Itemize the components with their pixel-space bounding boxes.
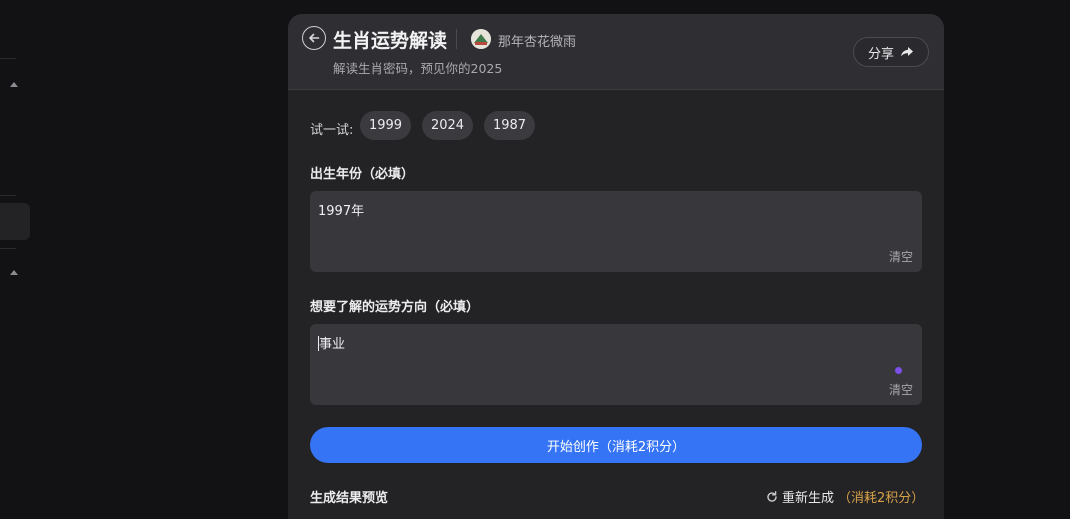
try-label: 试一试: <box>310 123 354 138</box>
birth-year-label: 出生年份（必填） <box>310 167 415 182</box>
back-button[interactable] <box>302 26 326 50</box>
example-chip[interactable]: 1999 <box>360 111 411 140</box>
birth-year-field[interactable]: 1997年 清空 <box>310 191 922 272</box>
caret-up-icon[interactable] <box>10 82 18 87</box>
regenerate-button[interactable]: 重新生成 （消耗2积分） <box>766 487 924 506</box>
title-divider <box>456 29 457 49</box>
page-subtitle: 解读生肖密码，预见你的2025 <box>333 61 503 76</box>
share-label: 分享 <box>867 46 894 62</box>
status-dot <box>895 367 902 374</box>
direction-field[interactable]: 事业 清空 <box>310 324 922 405</box>
regenerate-label: 重新生成 <box>782 491 835 506</box>
sidebar <box>0 0 32 519</box>
back-arrow-icon <box>309 33 320 43</box>
direction-label: 想要了解的运势方向（必填） <box>310 300 480 315</box>
caret-up-icon[interactable] <box>10 270 18 275</box>
sidebar-divider <box>0 58 16 59</box>
share-arrow-icon <box>901 47 913 57</box>
clear-button[interactable]: 清空 <box>889 248 913 265</box>
share-button[interactable]: 分享 <box>853 37 929 67</box>
app-card: 生肖运势解读 那年杏花微雨 解读生肖密码，预见你的2025 分享 试一试: 19… <box>288 14 944 519</box>
sidebar-divider <box>0 248 16 249</box>
clear-button[interactable]: 清空 <box>889 381 913 398</box>
avatar-image <box>471 29 491 49</box>
direction-value: 事业 <box>319 337 346 352</box>
preview-label: 生成结果预览 <box>310 491 389 506</box>
refresh-icon <box>767 490 777 502</box>
page: 生肖运势解读 那年杏花微雨 解读生肖密码，预见你的2025 分享 试一试: 19… <box>0 0 1070 519</box>
direction-value-wrap: 事业 <box>318 333 345 352</box>
birth-year-value: 1997年 <box>318 204 365 219</box>
example-chip[interactable]: 2024 <box>422 111 473 140</box>
sidebar-divider <box>0 195 16 196</box>
card-header: 生肖运势解读 那年杏花微雨 解读生肖密码，预见你的2025 分享 <box>288 14 944 90</box>
avatar[interactable] <box>471 29 491 49</box>
author-name[interactable]: 那年杏花微雨 <box>498 31 576 50</box>
example-chip[interactable]: 1987 <box>484 111 535 140</box>
start-create-button[interactable]: 开始创作（消耗2积分） <box>310 427 922 463</box>
sidebar-item-active[interactable] <box>0 203 30 240</box>
page-title: 生肖运势解读 <box>333 30 448 52</box>
regenerate-cost: （消耗2积分） <box>838 491 925 506</box>
